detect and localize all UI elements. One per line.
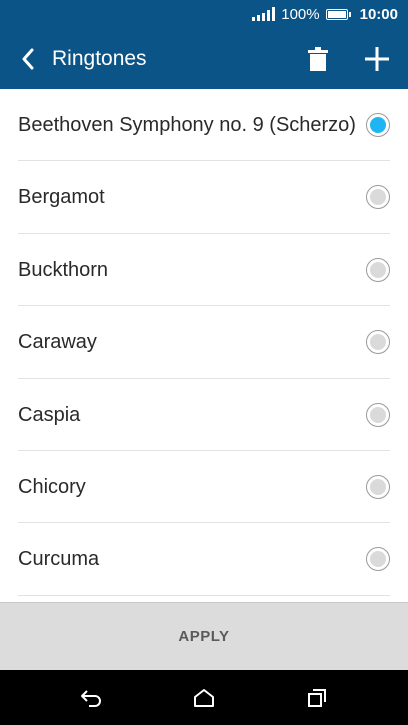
- radio-button[interactable]: [366, 330, 390, 355]
- ringtone-label: Caraway: [18, 331, 97, 354]
- add-ringtone-button[interactable]: [362, 44, 392, 74]
- status-icons: 100% 10:00: [252, 0, 398, 28]
- page-title: Ringtones: [52, 47, 147, 70]
- ringtone-label: Caspia: [18, 403, 81, 426]
- chevron-left-icon: [22, 48, 34, 70]
- radio-button[interactable]: [366, 474, 390, 499]
- navigation-bar: [0, 670, 408, 725]
- radio-button[interactable]: [366, 113, 390, 137]
- app-bar: Ringtones: [0, 28, 408, 89]
- apply-button[interactable]: APPLY: [0, 602, 408, 670]
- list-item[interactable]: Caspia: [18, 379, 390, 451]
- list-item[interactable]: Chicory: [18, 451, 390, 524]
- recents-icon: [308, 689, 326, 707]
- radio-button[interactable]: [366, 185, 390, 210]
- nav-recents-button[interactable]: [303, 684, 331, 712]
- ringtone-label: Curcuma: [18, 548, 100, 571]
- back-arrow-icon: [81, 690, 101, 707]
- status-bar: 100% 10:00: [0, 0, 408, 28]
- signal-icon: [252, 7, 276, 21]
- radio-button[interactable]: [366, 257, 390, 282]
- list-item[interactable]: Beethoven Symphony no. 9 (Scherzo): [18, 89, 390, 162]
- list-item[interactable]: Caraway: [18, 306, 390, 379]
- list-item[interactable]: Bergamot: [18, 161, 390, 234]
- plus-icon: [365, 47, 389, 71]
- list-item[interactable]: Curcuma: [18, 523, 390, 596]
- home-icon: [194, 689, 214, 707]
- nav-home-button[interactable]: [190, 684, 218, 712]
- ringtone-label: Chicory: [18, 475, 86, 498]
- trash-icon: [308, 47, 328, 71]
- back-button[interactable]: [14, 44, 42, 74]
- radio-button[interactable]: [366, 402, 390, 427]
- ringtone-label: Bergamot: [18, 186, 105, 209]
- nav-back-button[interactable]: [77, 684, 105, 712]
- list-item[interactable]: Buckthorn: [18, 234, 390, 307]
- battery-icon: [325, 8, 351, 20]
- delete-button[interactable]: [304, 44, 332, 74]
- radio-button[interactable]: [366, 547, 390, 572]
- battery-percent: 100%: [281, 5, 320, 23]
- ringtone-label: Beethoven Symphony no. 9 (Scherzo): [18, 114, 356, 136]
- ringtone-label: Buckthorn: [18, 258, 109, 281]
- ringtone-list: Beethoven Symphony no. 9 (Scherzo) Berga…: [0, 89, 408, 602]
- clock: 10:00: [359, 5, 398, 23]
- apply-label: APPLY: [178, 628, 230, 645]
